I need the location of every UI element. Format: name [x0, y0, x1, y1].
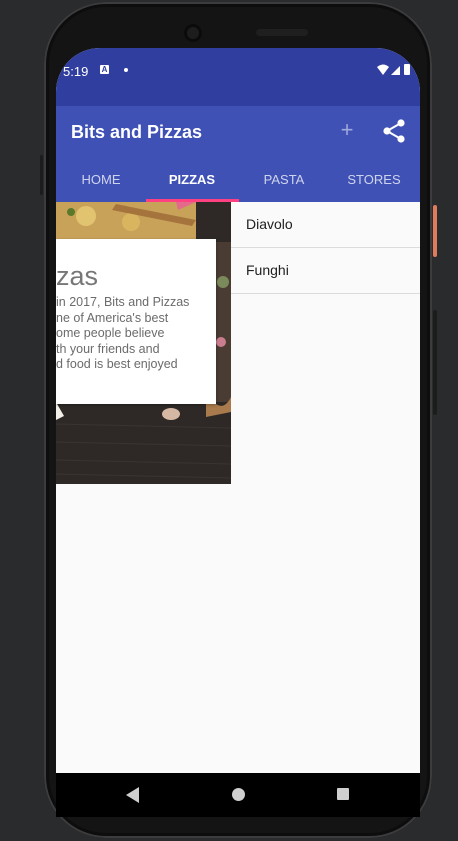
status-time: 5:19 — [63, 64, 89, 79]
app-screen: 5:19 A Bits and Pizzas + HOME PIZZAS PAS… — [56, 48, 420, 773]
card-title: zas — [56, 261, 99, 291]
tab-home[interactable]: HOME — [61, 160, 141, 202]
power-button[interactable] — [433, 205, 437, 257]
app-toolbar: Bits and Pizzas + — [56, 106, 420, 160]
share-icon[interactable] — [381, 118, 407, 144]
list-item-diavolo[interactable]: Diavolo — [231, 202, 420, 248]
card-line: ne of America's best — [56, 310, 169, 325]
home-image-panel: zas in 2017, Bits and Pizzas ne of Ameri… — [56, 202, 231, 484]
system-nav-bar — [56, 773, 420, 817]
signal-icon — [391, 66, 400, 75]
tab-stores[interactable]: STORES — [334, 160, 414, 202]
phone-side-button — [40, 155, 43, 195]
volume-button[interactable] — [433, 310, 437, 415]
tab-bar: HOME PIZZAS PASTA STORES — [56, 160, 420, 202]
wifi-icon — [377, 64, 389, 75]
home-icon[interactable] — [232, 788, 245, 801]
front-camera — [184, 24, 202, 42]
card-line: th your friends and — [56, 341, 160, 356]
pizza-list: Diavolo Funghi — [231, 202, 420, 294]
earpiece-speaker — [256, 29, 308, 36]
recents-icon[interactable] — [337, 788, 349, 800]
status-bar: 5:19 A — [56, 48, 420, 106]
list-item-funghi[interactable]: Funghi — [231, 248, 420, 294]
card-line: d food is best enjoyed — [56, 357, 178, 372]
tab-pasta[interactable]: PASTA — [244, 160, 324, 202]
tab-pizzas[interactable]: PIZZAS — [152, 160, 232, 202]
notification-icon: A — [100, 65, 109, 74]
intro-card: zas in 2017, Bits and Pizzas ne of Ameri… — [56, 239, 216, 404]
card-line: in 2017, Bits and Pizzas — [56, 295, 190, 309]
app-title: Bits and Pizzas — [71, 122, 203, 142]
add-icon[interactable]: + — [335, 118, 359, 142]
more-notifications-icon — [124, 68, 128, 72]
status-icons — [377, 64, 410, 75]
battery-icon — [404, 64, 410, 75]
back-icon[interactable] — [126, 787, 140, 803]
card-text: in 2017, Bits and Pizzas ne of America's… — [56, 295, 216, 373]
card-line: ome people believe — [56, 326, 165, 341]
